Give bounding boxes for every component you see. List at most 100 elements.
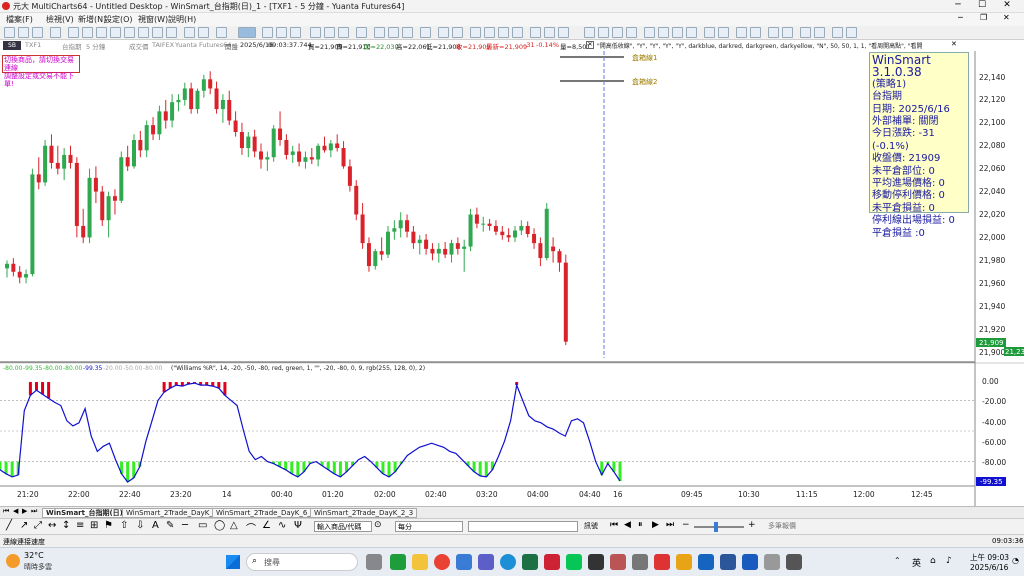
dom-icon[interactable] xyxy=(110,27,121,38)
close-button[interactable]: ✕ xyxy=(996,0,1018,10)
hline-tool-icon[interactable] xyxy=(644,27,655,38)
print-icon[interactable] xyxy=(50,27,61,38)
up-arrow-icon[interactable]: ⇧ xyxy=(120,520,128,531)
ellipse-icon[interactable]: ◯ xyxy=(214,520,225,531)
magnet-icon[interactable] xyxy=(846,27,857,38)
candle-type-icon[interactable] xyxy=(324,27,335,38)
arrow-right-tool-icon[interactable] xyxy=(626,27,637,38)
lock-drawing-icon[interactable] xyxy=(832,27,843,38)
app-icon-5[interactable] xyxy=(654,554,670,570)
volume-icon[interactable]: ♪ xyxy=(946,556,952,566)
ray-tool-icon[interactable]: ↗ xyxy=(20,520,28,531)
cycle-tool-icon[interactable] xyxy=(782,27,793,38)
zoom-slider-thumb[interactable] xyxy=(714,522,718,532)
chartbar-close-icon[interactable]: ✕ xyxy=(951,40,957,48)
menu-window[interactable]: 視窗(W) xyxy=(138,14,168,25)
blank-select[interactable] xyxy=(468,521,578,532)
arrow-up-tool-icon[interactable] xyxy=(584,27,595,38)
symbol-button[interactable]: SB xyxy=(3,41,21,50)
menu-new[interactable]: 新增(N) xyxy=(78,14,106,25)
fib-icon[interactable]: ⊞ xyxy=(90,520,98,531)
chart-window-icon[interactable] xyxy=(68,27,79,38)
playback-last-icon[interactable]: ⏭ xyxy=(666,520,674,530)
mdi-close-button[interactable]: ✕ xyxy=(1003,13,1010,22)
app-icon-6[interactable] xyxy=(676,554,692,570)
rect-tool-icon[interactable] xyxy=(672,27,683,38)
text-icon[interactable]: A xyxy=(152,520,159,531)
format-icon[interactable] xyxy=(198,27,209,38)
alert-icon[interactable] xyxy=(356,27,367,38)
arrow-left-tool-icon[interactable] xyxy=(612,27,623,38)
report-icon[interactable] xyxy=(152,27,163,38)
hline2-icon[interactable]: ─ xyxy=(182,520,188,531)
extended-line-icon[interactable]: ⤢ xyxy=(34,520,42,531)
refresh-icon[interactable] xyxy=(470,27,481,38)
open-icon[interactable] xyxy=(18,27,29,38)
interval-select[interactable]: 每分 xyxy=(395,521,463,532)
camera-icon[interactable] xyxy=(438,27,449,38)
bar-type-icon[interactable] xyxy=(310,27,321,38)
new-chart-icon[interactable] xyxy=(4,27,15,38)
app-icon-8[interactable] xyxy=(720,554,736,570)
text-tool-icon[interactable] xyxy=(530,27,541,38)
trendline-tool-icon[interactable] xyxy=(544,27,555,38)
zoom-out-icon[interactable] xyxy=(276,27,287,38)
ellipse-tool-icon[interactable] xyxy=(686,27,697,38)
input-language[interactable]: 英 xyxy=(912,556,921,569)
pitchfork-tool-icon[interactable] xyxy=(768,27,779,38)
scanner-icon[interactable] xyxy=(96,27,107,38)
tab-nav-prev[interactable]: ◀ xyxy=(13,507,18,515)
menu-view[interactable]: 檢視(V) xyxy=(46,14,74,25)
arc-icon[interactable]: ⌒ xyxy=(246,520,256,535)
taskbar-date[interactable]: 2025/6/16 xyxy=(970,563,1008,572)
multi-quote-toggle[interactable]: 多筆報價 xyxy=(768,521,796,531)
search-icon[interactable]: ⊙ xyxy=(374,520,382,530)
link-icon[interactable] xyxy=(420,27,431,38)
tab-nav-next[interactable]: ▶ xyxy=(22,507,27,515)
tray-chevron-icon[interactable]: ⌃ xyxy=(894,556,901,565)
signal-toggle[interactable]: 訊號 xyxy=(584,521,598,531)
edge-icon[interactable] xyxy=(500,554,516,570)
notification-icon[interactable]: ◔ xyxy=(1012,556,1019,565)
zoom-in-icon[interactable]: + xyxy=(748,520,756,530)
channel-tool-icon[interactable] xyxy=(704,27,715,38)
weather-icon[interactable] xyxy=(6,554,20,568)
zoom-in-icon[interactable] xyxy=(262,27,273,38)
study-close-button[interactable]: ✕ xyxy=(586,41,594,49)
layout-icon[interactable] xyxy=(402,27,413,38)
down-arrow-icon[interactable]: ⇩ xyxy=(136,520,144,531)
network-icon[interactable]: ⌂ xyxy=(930,556,936,566)
settings-icon[interactable] xyxy=(512,27,523,38)
cycle-icon[interactable]: ∿ xyxy=(278,520,286,531)
vertical-line-icon[interactable]: ↕ xyxy=(62,520,70,531)
sync-icon[interactable] xyxy=(498,27,509,38)
vline-tool-icon[interactable] xyxy=(658,27,669,38)
arrow-down-tool-icon[interactable] xyxy=(598,27,609,38)
mdi-minimize-button[interactable]: ─ xyxy=(958,13,963,22)
app-icon-1[interactable] xyxy=(544,554,560,570)
tab-nav-last[interactable]: ⏭ xyxy=(31,507,37,516)
fib-tool-icon[interactable] xyxy=(558,27,569,38)
minimize-button[interactable]: ─ xyxy=(948,0,968,10)
triangle-icon[interactable]: △ xyxy=(230,520,238,531)
xbox-icon[interactable] xyxy=(390,554,406,570)
tab-daytrade-6-7[interactable]: WinSmart_2Trade_DayK_6_7 xyxy=(212,508,320,518)
taskbar-time[interactable]: 上午 09:03 xyxy=(970,552,1009,563)
start-button[interactable] xyxy=(226,555,240,569)
strategy-icon[interactable] xyxy=(138,27,149,38)
playback-pause-icon[interactable]: ⏸ xyxy=(638,520,643,530)
app-icon-2[interactable] xyxy=(588,554,604,570)
cursor-icon[interactable] xyxy=(216,27,227,38)
word-icon[interactable] xyxy=(742,554,758,570)
grid-icon[interactable] xyxy=(452,27,463,38)
data-window-icon[interactable] xyxy=(374,27,385,38)
line-tool-icon[interactable]: ╱ xyxy=(6,520,12,531)
save-icon[interactable] xyxy=(32,27,43,38)
store-icon[interactable] xyxy=(456,554,472,570)
parallel-line-icon[interactable]: ≡ xyxy=(76,520,84,531)
crosshair-icon[interactable] xyxy=(290,27,301,38)
horizontal-line-icon[interactable]: ↔ xyxy=(48,520,56,531)
menu-help[interactable]: 說明(H) xyxy=(168,14,196,25)
menu-file[interactable]: 檔案(F) xyxy=(6,14,33,25)
app-icon-7[interactable] xyxy=(698,554,714,570)
